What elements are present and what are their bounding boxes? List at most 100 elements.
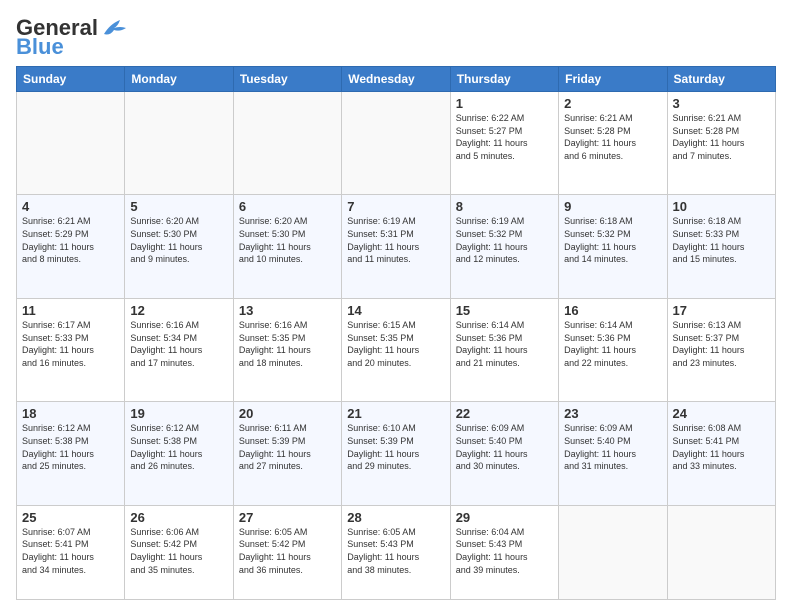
day-number: 23 xyxy=(564,406,661,421)
calendar-cell xyxy=(17,92,125,195)
calendar-cell: 26Sunrise: 6:06 AMSunset: 5:42 PMDayligh… xyxy=(125,505,233,599)
day-info: Sunrise: 6:19 AMSunset: 5:31 PMDaylight:… xyxy=(347,215,444,265)
day-info: Sunrise: 6:08 AMSunset: 5:41 PMDaylight:… xyxy=(673,422,770,472)
day-number: 6 xyxy=(239,199,336,214)
day-number: 14 xyxy=(347,303,444,318)
day-info: Sunrise: 6:09 AMSunset: 5:40 PMDaylight:… xyxy=(564,422,661,472)
day-info: Sunrise: 6:12 AMSunset: 5:38 PMDaylight:… xyxy=(22,422,119,472)
logo: General Blue xyxy=(16,16,128,58)
day-number: 28 xyxy=(347,510,444,525)
day-number: 5 xyxy=(130,199,227,214)
day-number: 15 xyxy=(456,303,553,318)
calendar-cell: 20Sunrise: 6:11 AMSunset: 5:39 PMDayligh… xyxy=(233,402,341,505)
day-info: Sunrise: 6:04 AMSunset: 5:43 PMDaylight:… xyxy=(456,526,553,576)
day-of-week-header: Wednesday xyxy=(342,67,450,92)
calendar-cell: 12Sunrise: 6:16 AMSunset: 5:34 PMDayligh… xyxy=(125,298,233,401)
calendar-cell: 7Sunrise: 6:19 AMSunset: 5:31 PMDaylight… xyxy=(342,195,450,298)
calendar-cell xyxy=(667,505,775,599)
day-info: Sunrise: 6:14 AMSunset: 5:36 PMDaylight:… xyxy=(564,319,661,369)
day-number: 29 xyxy=(456,510,553,525)
header: General Blue xyxy=(16,12,776,58)
day-number: 3 xyxy=(673,96,770,111)
calendar-cell: 8Sunrise: 6:19 AMSunset: 5:32 PMDaylight… xyxy=(450,195,558,298)
day-info: Sunrise: 6:18 AMSunset: 5:33 PMDaylight:… xyxy=(673,215,770,265)
calendar-cell: 5Sunrise: 6:20 AMSunset: 5:30 PMDaylight… xyxy=(125,195,233,298)
day-of-week-header: Tuesday xyxy=(233,67,341,92)
day-number: 7 xyxy=(347,199,444,214)
day-number: 25 xyxy=(22,510,119,525)
calendar-cell: 17Sunrise: 6:13 AMSunset: 5:37 PMDayligh… xyxy=(667,298,775,401)
calendar-cell: 4Sunrise: 6:21 AMSunset: 5:29 PMDaylight… xyxy=(17,195,125,298)
calendar-cell: 15Sunrise: 6:14 AMSunset: 5:36 PMDayligh… xyxy=(450,298,558,401)
day-of-week-header: Saturday xyxy=(667,67,775,92)
calendar-cell: 19Sunrise: 6:12 AMSunset: 5:38 PMDayligh… xyxy=(125,402,233,505)
calendar-cell: 10Sunrise: 6:18 AMSunset: 5:33 PMDayligh… xyxy=(667,195,775,298)
day-number: 1 xyxy=(456,96,553,111)
day-info: Sunrise: 6:15 AMSunset: 5:35 PMDaylight:… xyxy=(347,319,444,369)
day-of-week-header: Monday xyxy=(125,67,233,92)
day-number: 16 xyxy=(564,303,661,318)
day-number: 8 xyxy=(456,199,553,214)
day-info: Sunrise: 6:12 AMSunset: 5:38 PMDaylight:… xyxy=(130,422,227,472)
day-info: Sunrise: 6:05 AMSunset: 5:43 PMDaylight:… xyxy=(347,526,444,576)
day-number: 26 xyxy=(130,510,227,525)
day-info: Sunrise: 6:17 AMSunset: 5:33 PMDaylight:… xyxy=(22,319,119,369)
day-info: Sunrise: 6:21 AMSunset: 5:28 PMDaylight:… xyxy=(673,112,770,162)
day-number: 22 xyxy=(456,406,553,421)
calendar-cell: 28Sunrise: 6:05 AMSunset: 5:43 PMDayligh… xyxy=(342,505,450,599)
day-info: Sunrise: 6:20 AMSunset: 5:30 PMDaylight:… xyxy=(239,215,336,265)
day-number: 13 xyxy=(239,303,336,318)
calendar-cell: 27Sunrise: 6:05 AMSunset: 5:42 PMDayligh… xyxy=(233,505,341,599)
day-info: Sunrise: 6:19 AMSunset: 5:32 PMDaylight:… xyxy=(456,215,553,265)
day-of-week-header: Thursday xyxy=(450,67,558,92)
calendar-cell: 3Sunrise: 6:21 AMSunset: 5:28 PMDaylight… xyxy=(667,92,775,195)
day-info: Sunrise: 6:16 AMSunset: 5:35 PMDaylight:… xyxy=(239,319,336,369)
calendar-cell: 18Sunrise: 6:12 AMSunset: 5:38 PMDayligh… xyxy=(17,402,125,505)
day-info: Sunrise: 6:18 AMSunset: 5:32 PMDaylight:… xyxy=(564,215,661,265)
day-info: Sunrise: 6:06 AMSunset: 5:42 PMDaylight:… xyxy=(130,526,227,576)
calendar-cell: 29Sunrise: 6:04 AMSunset: 5:43 PMDayligh… xyxy=(450,505,558,599)
day-of-week-header: Sunday xyxy=(17,67,125,92)
day-info: Sunrise: 6:16 AMSunset: 5:34 PMDaylight:… xyxy=(130,319,227,369)
day-of-week-header: Friday xyxy=(559,67,667,92)
day-info: Sunrise: 6:20 AMSunset: 5:30 PMDaylight:… xyxy=(130,215,227,265)
logo-bird-icon xyxy=(100,16,128,40)
day-info: Sunrise: 6:21 AMSunset: 5:29 PMDaylight:… xyxy=(22,215,119,265)
day-info: Sunrise: 6:07 AMSunset: 5:41 PMDaylight:… xyxy=(22,526,119,576)
page: General Blue SundayMondayTuesdayWednesda… xyxy=(0,0,792,612)
day-info: Sunrise: 6:14 AMSunset: 5:36 PMDaylight:… xyxy=(456,319,553,369)
calendar-cell: 16Sunrise: 6:14 AMSunset: 5:36 PMDayligh… xyxy=(559,298,667,401)
calendar-cell xyxy=(342,92,450,195)
calendar-cell: 23Sunrise: 6:09 AMSunset: 5:40 PMDayligh… xyxy=(559,402,667,505)
day-number: 12 xyxy=(130,303,227,318)
calendar-cell: 25Sunrise: 6:07 AMSunset: 5:41 PMDayligh… xyxy=(17,505,125,599)
day-number: 19 xyxy=(130,406,227,421)
calendar-cell: 9Sunrise: 6:18 AMSunset: 5:32 PMDaylight… xyxy=(559,195,667,298)
day-number: 21 xyxy=(347,406,444,421)
day-number: 11 xyxy=(22,303,119,318)
day-info: Sunrise: 6:13 AMSunset: 5:37 PMDaylight:… xyxy=(673,319,770,369)
calendar-cell: 24Sunrise: 6:08 AMSunset: 5:41 PMDayligh… xyxy=(667,402,775,505)
calendar-cell: 1Sunrise: 6:22 AMSunset: 5:27 PMDaylight… xyxy=(450,92,558,195)
calendar-cell: 13Sunrise: 6:16 AMSunset: 5:35 PMDayligh… xyxy=(233,298,341,401)
calendar-cell xyxy=(559,505,667,599)
calendar-cell xyxy=(233,92,341,195)
calendar-cell: 6Sunrise: 6:20 AMSunset: 5:30 PMDaylight… xyxy=(233,195,341,298)
day-info: Sunrise: 6:09 AMSunset: 5:40 PMDaylight:… xyxy=(456,422,553,472)
day-info: Sunrise: 6:10 AMSunset: 5:39 PMDaylight:… xyxy=(347,422,444,472)
day-number: 10 xyxy=(673,199,770,214)
calendar-cell xyxy=(125,92,233,195)
day-number: 18 xyxy=(22,406,119,421)
calendar-cell: 2Sunrise: 6:21 AMSunset: 5:28 PMDaylight… xyxy=(559,92,667,195)
day-number: 27 xyxy=(239,510,336,525)
day-info: Sunrise: 6:21 AMSunset: 5:28 PMDaylight:… xyxy=(564,112,661,162)
day-number: 2 xyxy=(564,96,661,111)
day-number: 24 xyxy=(673,406,770,421)
day-info: Sunrise: 6:05 AMSunset: 5:42 PMDaylight:… xyxy=(239,526,336,576)
day-number: 17 xyxy=(673,303,770,318)
calendar-cell: 21Sunrise: 6:10 AMSunset: 5:39 PMDayligh… xyxy=(342,402,450,505)
day-info: Sunrise: 6:22 AMSunset: 5:27 PMDaylight:… xyxy=(456,112,553,162)
day-number: 4 xyxy=(22,199,119,214)
calendar-cell: 11Sunrise: 6:17 AMSunset: 5:33 PMDayligh… xyxy=(17,298,125,401)
calendar-cell: 14Sunrise: 6:15 AMSunset: 5:35 PMDayligh… xyxy=(342,298,450,401)
